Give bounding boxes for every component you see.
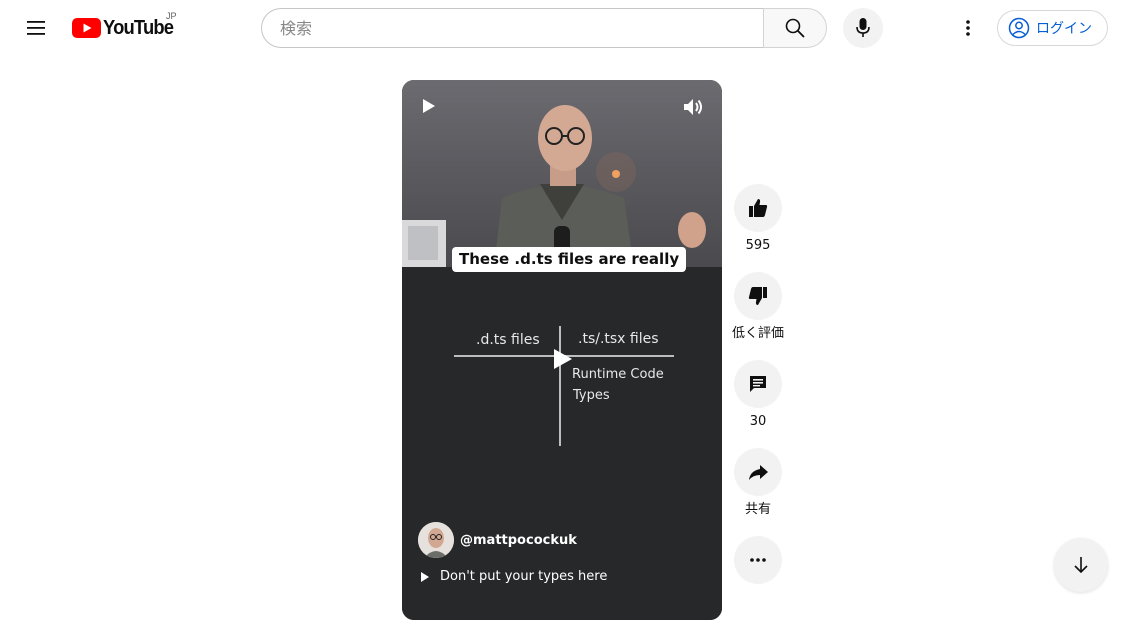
volume-icon xyxy=(684,99,702,115)
next-video-button[interactable] xyxy=(1054,538,1108,592)
avatar-portrait-icon xyxy=(418,522,454,558)
share-arrow-icon xyxy=(749,465,768,480)
like-button[interactable] xyxy=(734,184,782,232)
whiteboard-rule-left xyxy=(454,355,558,357)
comments-button[interactable] xyxy=(734,360,782,408)
video-caption: These .d.ts files are really xyxy=(452,247,687,272)
play-triangle-icon xyxy=(421,571,429,582)
more-horizontal-icon xyxy=(750,558,766,562)
comment-action: 30 xyxy=(728,360,788,430)
dislike-action: 低く評価 xyxy=(728,272,788,342)
hamburger-menu-icon xyxy=(27,21,45,35)
logo-country-code: JP xyxy=(166,11,177,21)
search-icon xyxy=(785,18,805,38)
masthead: YouTube JP ログイン xyxy=(0,0,1124,56)
like-action: 595 xyxy=(728,184,788,254)
center-play-button[interactable] xyxy=(553,348,573,375)
share-label: 共有 xyxy=(744,502,771,517)
mute-button[interactable] xyxy=(682,96,704,123)
large-play-icon xyxy=(554,349,572,369)
presenter-illustration xyxy=(402,105,706,268)
channel-handle[interactable]: @mattpocockuk xyxy=(460,533,577,548)
thumbs-down-icon xyxy=(748,287,767,305)
whiteboard-right-header: .ts/.tsx files xyxy=(578,331,659,347)
video-frame-scene xyxy=(402,80,722,268)
dislike-label: 低く評価 xyxy=(731,326,784,341)
whiteboard-area xyxy=(402,267,722,620)
youtube-logo[interactable]: YouTube JP xyxy=(72,11,179,42)
comment-icon xyxy=(750,376,766,392)
channel-avatar[interactable] xyxy=(418,522,454,558)
more-actions-button[interactable] xyxy=(734,536,782,584)
microphone-icon xyxy=(856,18,870,37)
logo-wordmark: YouTube xyxy=(103,16,174,39)
more-actions xyxy=(728,536,788,584)
share-action: 共有 xyxy=(728,448,788,518)
login-label: ログイン xyxy=(1036,21,1092,37)
account-circle-icon xyxy=(1008,17,1030,39)
more-vertical-icon xyxy=(966,20,970,36)
voice-search-button[interactable] xyxy=(843,8,883,48)
video-title: Don't put your types here xyxy=(440,569,608,584)
settings-more-button[interactable] xyxy=(948,8,988,48)
like-count: 595 xyxy=(745,238,771,253)
login-button[interactable]: ログイン xyxy=(997,10,1108,46)
share-button[interactable] xyxy=(734,448,782,496)
search-input[interactable] xyxy=(278,17,763,39)
whiteboard-divider xyxy=(559,326,561,446)
video-title-link[interactable]: Don't put your types here xyxy=(420,569,607,584)
dislike-button[interactable] xyxy=(734,272,782,320)
play-pause-button[interactable] xyxy=(422,98,436,119)
search-button[interactable] xyxy=(763,8,827,48)
arrow-down-icon xyxy=(1074,557,1088,574)
whiteboard-left-header: .d.ts files xyxy=(476,332,540,348)
guide-menu-button[interactable] xyxy=(16,8,56,48)
comment-count: 30 xyxy=(749,414,767,429)
whiteboard-rule-right xyxy=(562,355,674,357)
play-icon xyxy=(423,99,435,113)
youtube-play-logo-icon xyxy=(72,18,101,38)
channel-info: @mattpocockuk xyxy=(418,522,577,558)
shorts-player[interactable]: .d.ts files .ts/.tsx files Runtime Code … xyxy=(402,80,722,620)
whiteboard-item-runtime: Runtime Code xyxy=(572,367,664,382)
whiteboard-item-types: Types xyxy=(573,388,610,403)
thumbs-up-icon xyxy=(749,199,768,217)
search-box xyxy=(261,8,763,48)
